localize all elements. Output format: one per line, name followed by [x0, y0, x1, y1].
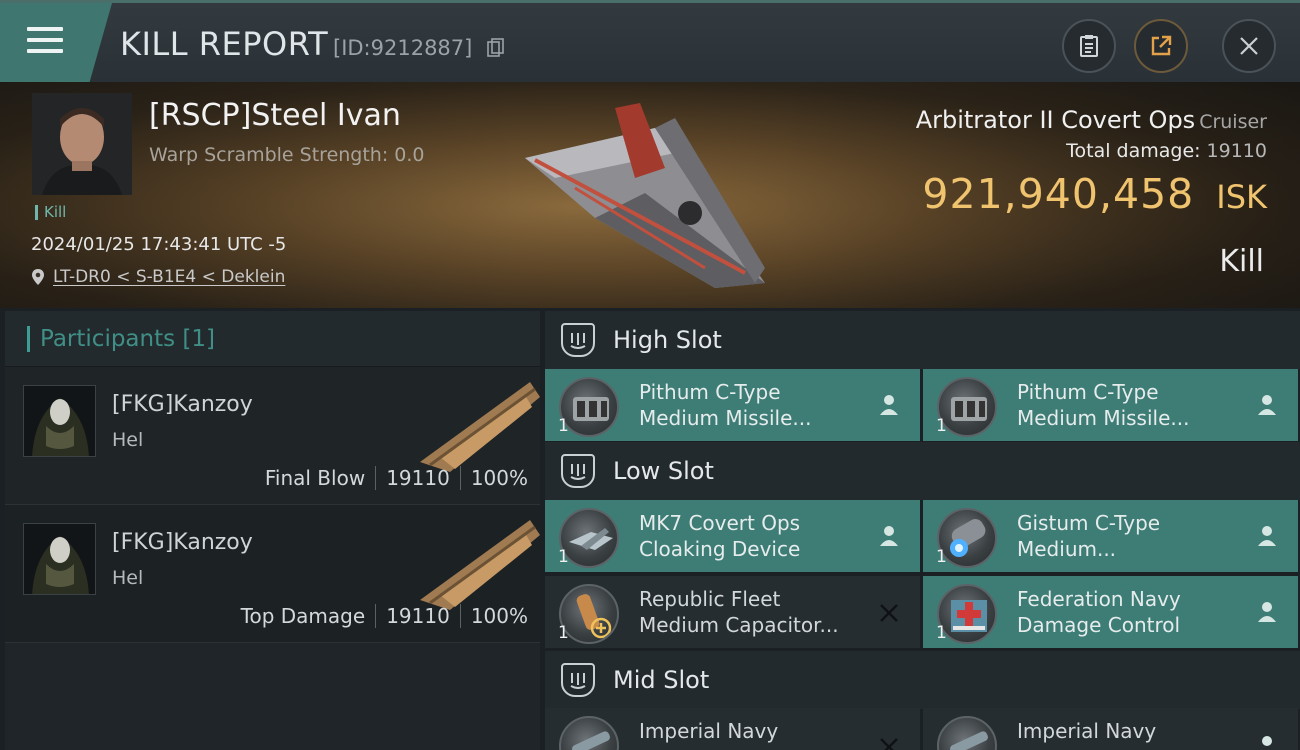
kill-datetime: 2024/01/25 17:43:41 UTC -5	[31, 234, 287, 255]
clipboard-icon	[1080, 35, 1098, 57]
close-button[interactable]	[1222, 19, 1276, 73]
participant-role: Final Blow	[264, 466, 366, 490]
participant-ship-image	[420, 520, 540, 610]
low-slot-label: Low Slot	[613, 457, 714, 485]
victim-ship-name[interactable]: Arbitrator II Covert Ops Cruiser	[916, 106, 1267, 134]
module-quantity: 1	[936, 623, 947, 643]
module-quantity: 1	[558, 547, 569, 567]
kill-location[interactable]: LT-DR0 < S-B1E4 < Deklein	[31, 267, 285, 287]
participant-ship: Hel	[112, 567, 144, 589]
destroyed-x-icon	[880, 738, 898, 750]
module-mid-2[interactable]: Imperial Navy	[923, 708, 1298, 750]
participant-ship-image	[420, 382, 540, 472]
victim-portrait[interactable]	[32, 93, 132, 195]
module-quantity: 1	[936, 547, 947, 567]
module-name: Imperial Navy	[639, 719, 779, 743]
mid-slot-header: Mid Slot	[545, 651, 1300, 709]
module-name: Republic Fleet Medium Capacitor...	[639, 587, 839, 637]
module-name: Federation Navy Damage Control	[1017, 587, 1181, 637]
isk-unit: ISK	[1216, 178, 1267, 216]
mid-slot-icon	[561, 663, 595, 697]
participant-stats: Final Blow 19110 100%	[265, 466, 528, 490]
person-icon	[1262, 736, 1272, 746]
module-low-2[interactable]: 1 Gistum C-Type Medium...	[923, 500, 1298, 572]
page-title: KILL REPORT	[120, 25, 329, 63]
module-icon	[559, 716, 619, 750]
participant-avatar[interactable]	[23, 523, 96, 595]
module-quantity: 1	[558, 416, 569, 436]
low-slot-icon	[561, 454, 595, 488]
warp-scramble-strength: Warp Scramble Strength: 0.0	[149, 144, 425, 166]
participant-damage: 19110	[386, 466, 450, 490]
participant-row[interactable]: [FKG]Kanzoy Hel Top Damage 19110 100%	[5, 505, 540, 643]
close-icon	[1240, 37, 1258, 55]
module-quantity: 1	[558, 623, 569, 643]
kill-tag: Kill	[35, 205, 66, 220]
participant-row[interactable]: [FKG]Kanzoy Hel Final Blow 19110 100%	[5, 367, 540, 505]
module-low-3[interactable]: 1 Republic Fleet Medium Capacitor...	[545, 576, 920, 648]
module-high-1[interactable]: 1 Pithum C-Type Medium Missile...	[545, 369, 920, 441]
isk-value-row: 921,940,458 ISK	[922, 170, 1267, 218]
participant-stats: Top Damage 19110 100%	[241, 604, 528, 628]
participant-percent: 100%	[470, 604, 528, 628]
share-icon	[1151, 35, 1172, 56]
module-high-2[interactable]: 1 Pithum C-Type Medium Missile...	[923, 369, 1298, 441]
person-icon	[1258, 526, 1276, 546]
victim-name[interactable]: [RSCP]Steel Ivan	[149, 98, 401, 133]
participant-avatar[interactable]	[23, 385, 96, 457]
isk-value: 921,940,458	[922, 170, 1195, 218]
high-slot-header: High Slot	[545, 311, 1300, 369]
module-name: MK7 Covert Ops Cloaking Device	[639, 511, 801, 561]
module-name: Pithum C-Type Medium Missile...	[1017, 380, 1190, 430]
low-slot-header: Low Slot	[545, 442, 1300, 500]
clipboard-button[interactable]	[1062, 19, 1116, 73]
location-pin-icon	[32, 269, 44, 285]
ship-class: Cruiser	[1199, 111, 1267, 133]
high-slot-label: High Slot	[613, 326, 722, 354]
participant-ship: Hel	[112, 429, 144, 451]
ship-type: Arbitrator II Covert Ops	[915, 106, 1196, 134]
total-damage-label: Total damage:	[1066, 140, 1201, 162]
module-name: Pithum C-Type Medium Missile...	[639, 380, 812, 430]
report-id: [ID:9212887]	[333, 36, 473, 60]
module-name: Imperial Navy	[1017, 719, 1157, 743]
top-bar: KILL REPORT [ID:9212887]	[0, 0, 1300, 82]
total-damage-value: 19110	[1206, 140, 1267, 162]
mid-slot-label: Mid Slot	[613, 666, 710, 694]
victim-banner: [RSCP]Steel Ivan Warp Scramble Strength:…	[0, 82, 1300, 308]
destroyed-x-icon	[880, 604, 898, 622]
module-quantity: 1	[936, 416, 947, 436]
person-icon	[880, 395, 898, 415]
module-icon	[937, 716, 997, 750]
total-damage: Total damage: 19110	[1066, 140, 1267, 162]
menu-button[interactable]	[0, 3, 112, 82]
participant-damage: 19110	[386, 604, 450, 628]
copy-icon[interactable]	[487, 38, 505, 58]
kill-result: Kill	[1219, 244, 1264, 279]
person-icon	[1258, 602, 1276, 622]
location-link[interactable]: LT-DR0 < S-B1E4 < Deklein	[53, 267, 285, 287]
participant-percent: 100%	[470, 466, 528, 490]
participants-title: Participants [1]	[40, 325, 215, 352]
module-low-4[interactable]: 1 Federation Navy Damage Control	[923, 576, 1298, 648]
fitting-panel: High Slot 1 Pithum C-Type Medium Missile.…	[545, 311, 1300, 750]
module-name: Gistum C-Type Medium...	[1017, 511, 1161, 561]
hamburger-icon	[27, 27, 63, 60]
module-low-1[interactable]: 1 MK7 Covert Ops Cloaking Device	[545, 500, 920, 572]
person-icon	[880, 526, 898, 546]
participant-name: [FKG]Kanzoy	[112, 392, 253, 417]
participants-header: Participants [1]	[5, 311, 540, 367]
high-slot-icon	[561, 323, 595, 357]
module-mid-1[interactable]: Imperial Navy	[545, 708, 920, 750]
participant-name: [FKG]Kanzoy	[112, 530, 253, 555]
person-icon	[1258, 395, 1276, 415]
victim-ship-image	[525, 103, 765, 288]
participant-role: Top Damage	[240, 604, 366, 628]
share-button[interactable]	[1134, 19, 1188, 73]
participants-panel: Participants [1] [FKG]Kanzoy Hel Final B…	[5, 311, 540, 750]
